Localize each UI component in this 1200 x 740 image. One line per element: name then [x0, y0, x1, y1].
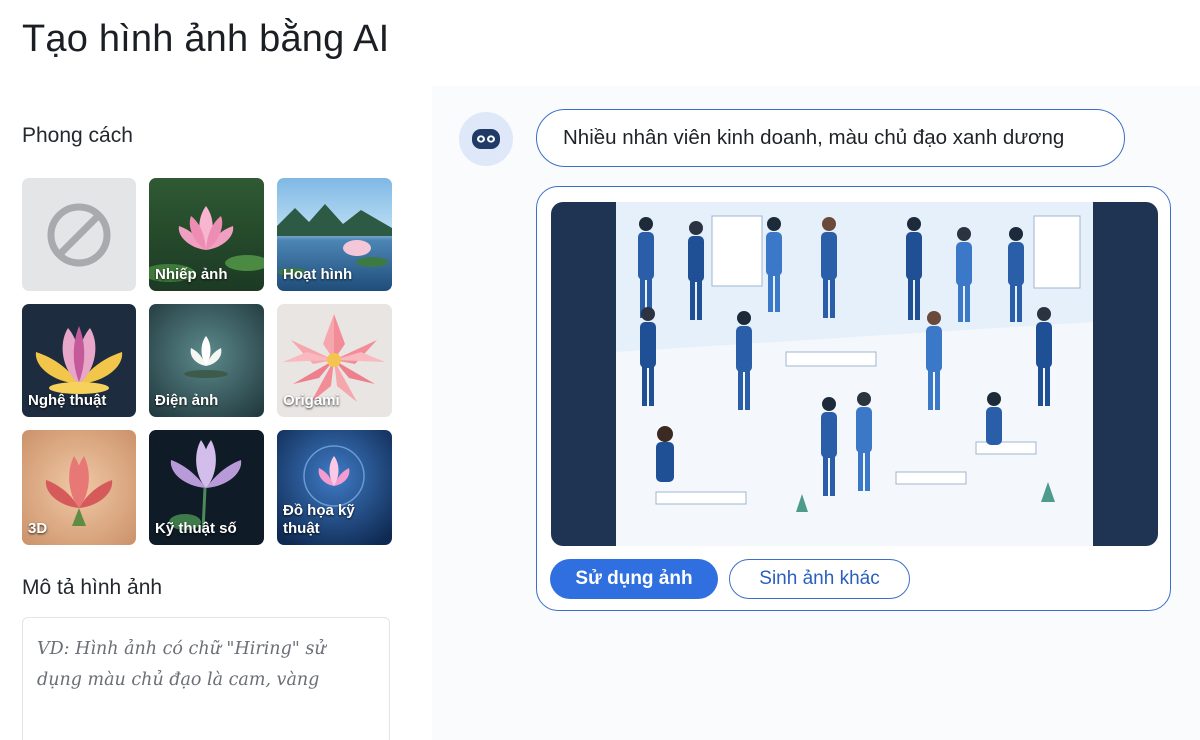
- prompt-bubble: Nhiều nhân viên kinh doanh, màu chủ đạo …: [536, 109, 1125, 167]
- result-card: Sử dụng ảnh Sinh ảnh khác: [536, 186, 1171, 611]
- style-tile-label: Nhiếp ảnh: [155, 266, 228, 283]
- left-panel: Tạo hình ảnh bằng AI Phong cách Nhiếp ản…: [0, 0, 430, 740]
- style-tile-none[interactable]: [22, 178, 136, 291]
- style-tile-label: Nghệ thuật: [28, 392, 107, 409]
- description-input[interactable]: VD: Hình ảnh có chữ "Hiring" sử dụng màu…: [22, 617, 390, 740]
- style-tile-label: Kỹ thuật số: [155, 520, 237, 537]
- description-label: Mô tả hình ảnh: [22, 576, 163, 599]
- style-tile-technical[interactable]: Đồ họa kỹ thuật: [277, 430, 392, 545]
- style-tile-origami[interactable]: Origami: [277, 304, 392, 417]
- style-tile-label: Origami: [283, 392, 340, 409]
- style-tile-label: Hoạt hình: [283, 266, 353, 283]
- style-tile-photography[interactable]: Nhiếp ảnh: [149, 178, 264, 291]
- no-style-icon: [47, 203, 111, 266]
- use-image-button[interactable]: Sử dụng ảnh: [550, 559, 718, 599]
- generated-image[interactable]: [551, 202, 1158, 546]
- style-tile-label: Đồ họa kỹ thuật: [283, 502, 355, 537]
- style-tile-cartoon[interactable]: Hoạt hình: [277, 178, 392, 291]
- office-scene-illustration: [616, 202, 1093, 546]
- style-tile-cinematic[interactable]: Điện ảnh: [149, 304, 264, 417]
- style-tile-label: 3D: [28, 520, 48, 537]
- regenerate-image-button[interactable]: Sinh ảnh khác: [729, 559, 910, 599]
- style-tile-art[interactable]: Nghệ thuật: [22, 304, 136, 417]
- style-tile-label: Điện ảnh: [155, 392, 219, 409]
- style-tile-3d[interactable]: 3D: [22, 430, 136, 545]
- bot-avatar: [459, 112, 513, 166]
- style-tile-digital[interactable]: Kỹ thuật số: [149, 430, 264, 545]
- robot-icon: [472, 129, 500, 149]
- style-grid: Nhiếp ảnh Hoạt hình Nghệ thuật Điện ảnh …: [22, 178, 392, 545]
- page-title: Tạo hình ảnh bằng AI: [22, 18, 390, 60]
- business-team-illustration: [616, 202, 1093, 546]
- style-section-label: Phong cách: [22, 124, 133, 147]
